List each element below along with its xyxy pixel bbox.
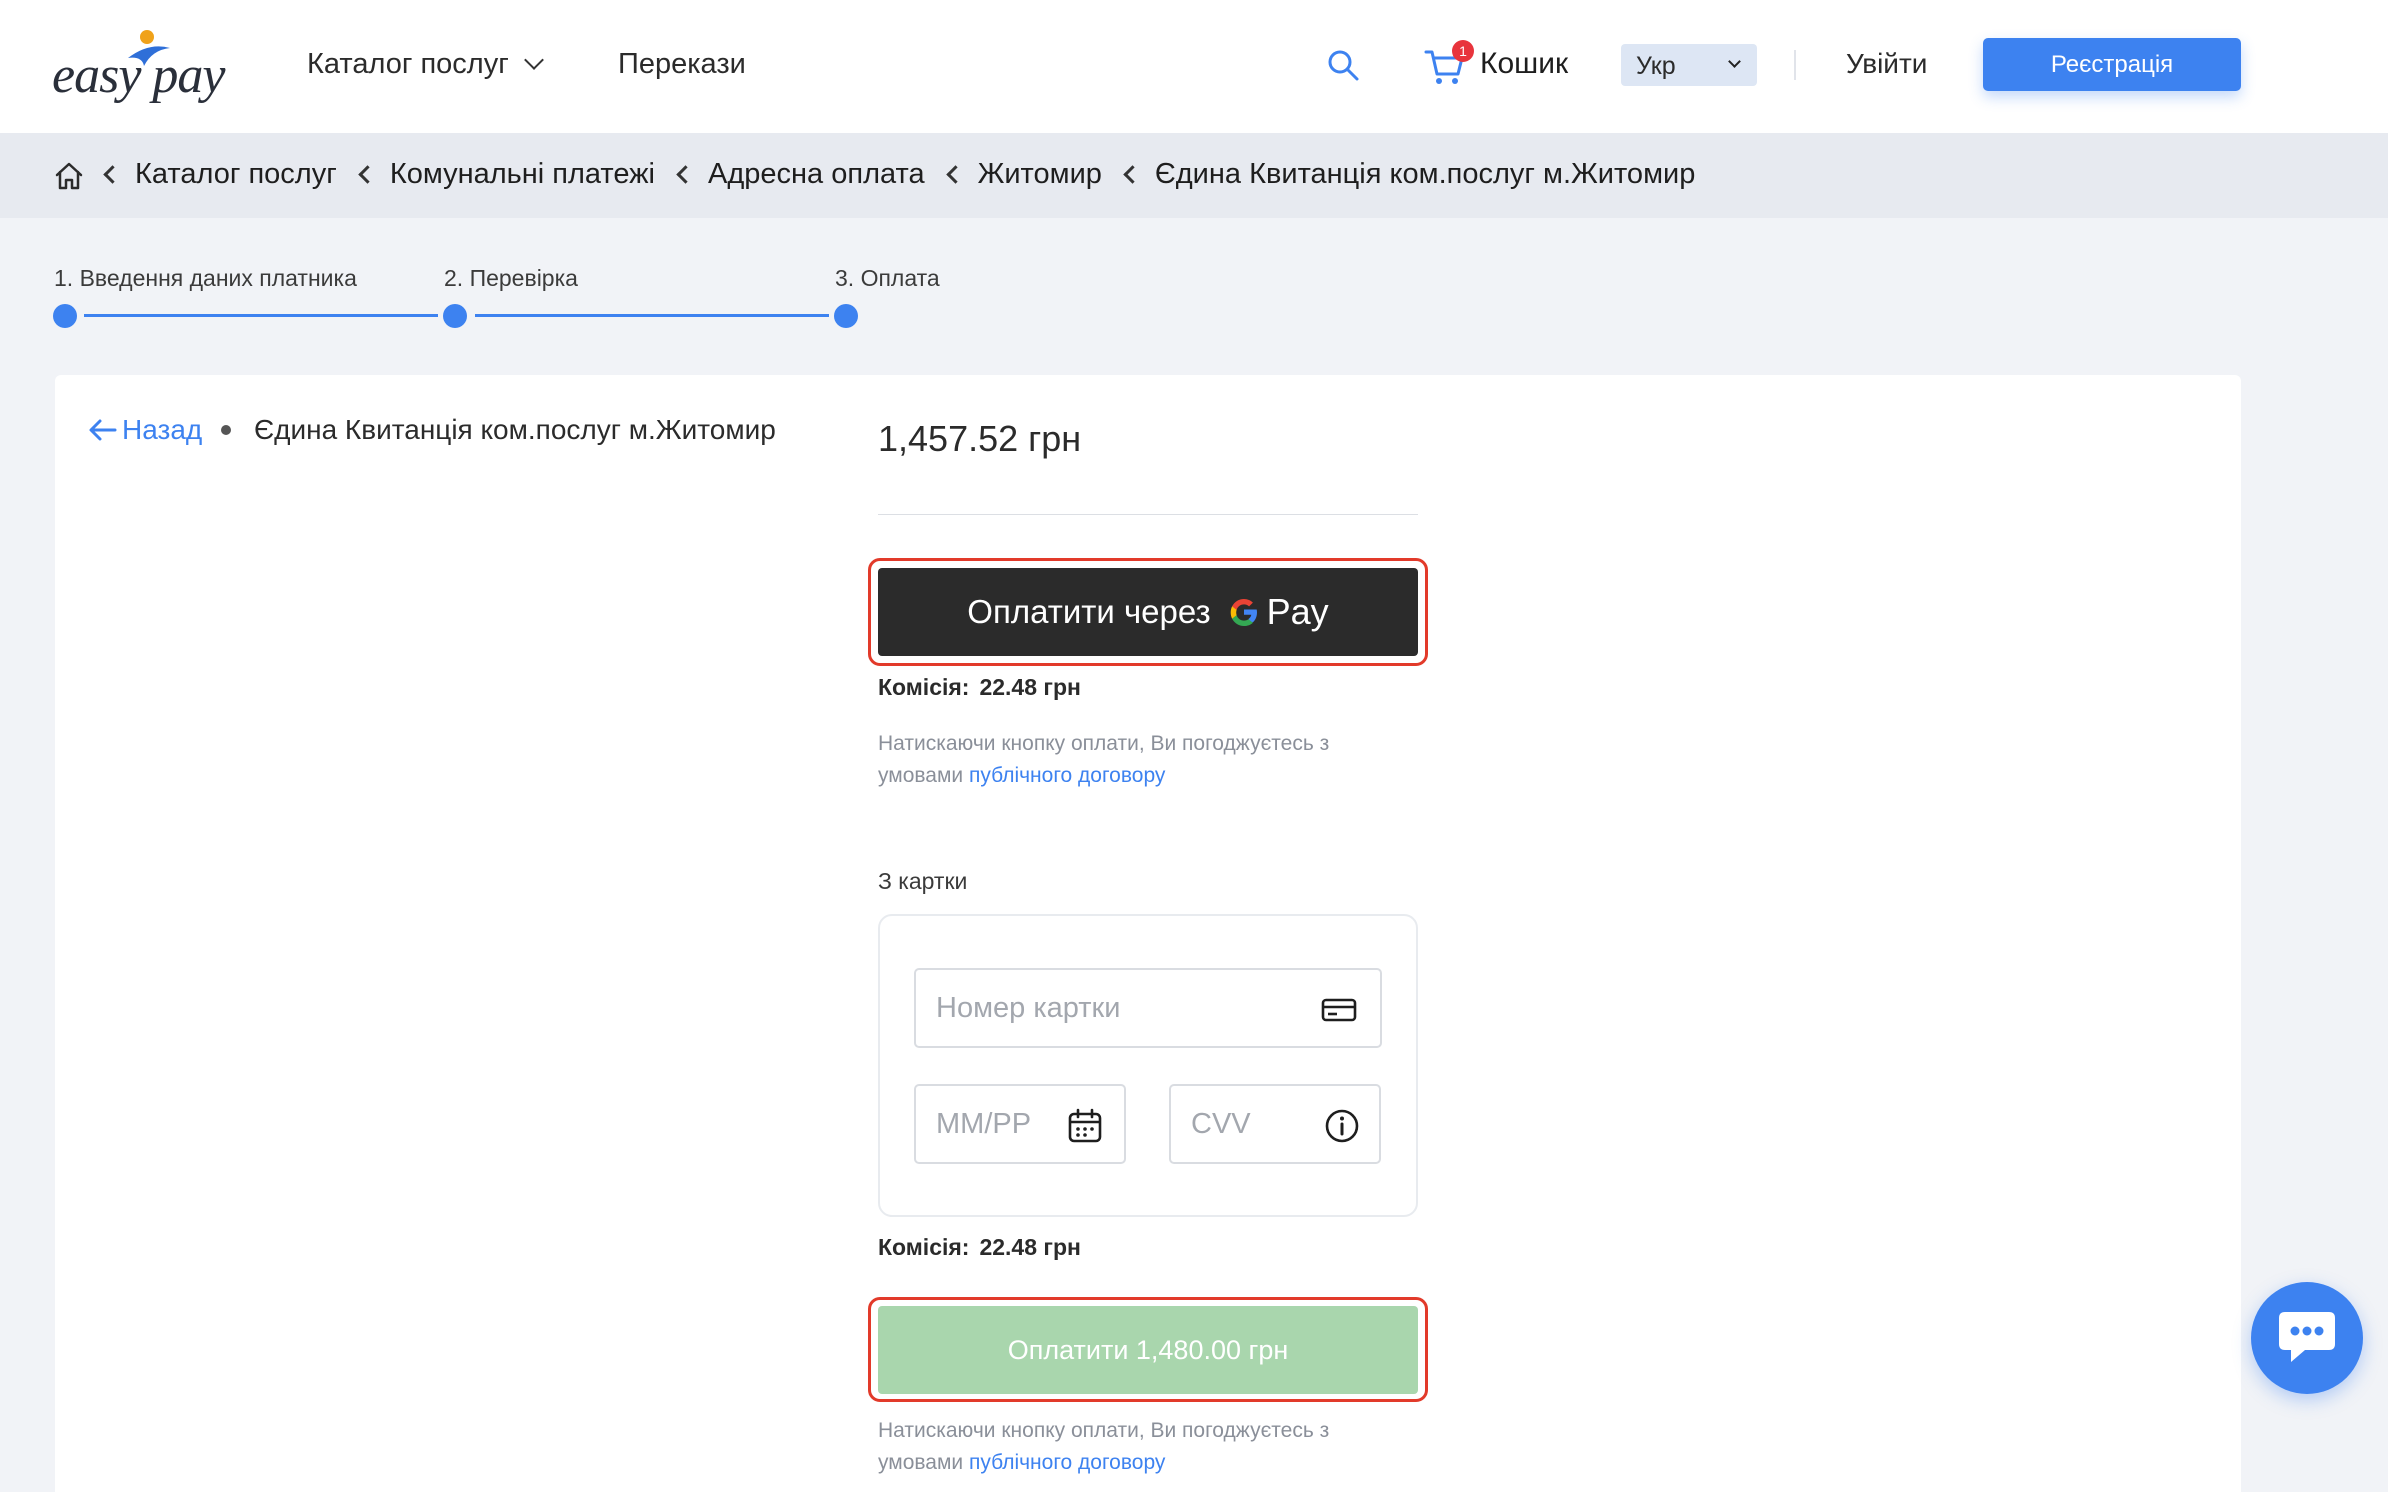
card-number-placeholder: Номер картки — [936, 992, 1121, 1024]
chat-icon — [2279, 1312, 2335, 1362]
fee-card: Комісія: 22.48 грн — [878, 1234, 1081, 1261]
bullet-dot — [221, 425, 231, 435]
fee-label: Комісія: — [878, 1234, 970, 1260]
terms-card: Натискаючи кнопку оплати, Ви погоджуєтес… — [878, 1415, 1398, 1479]
logo[interactable]: easy pay — [52, 28, 237, 106]
cart-count-badge: 1 — [1452, 40, 1474, 62]
cart-button[interactable]: 1 Кошик — [1424, 40, 1584, 88]
cvv-placeholder: CVV — [1191, 1108, 1251, 1140]
breadcrumb-item[interactable]: Каталог послуг — [135, 158, 337, 191]
step-3-label: 3. Оплата — [835, 265, 940, 291]
chevron-down-icon — [523, 50, 544, 70]
header: easy pay Каталог послуг Перекази 1 Кошик… — [0, 0, 2388, 133]
fee-value: 22.48 грн — [979, 1234, 1081, 1260]
cart-label: Кошик — [1480, 47, 1569, 80]
language-value: Укр — [1636, 52, 1676, 80]
breadcrumb-chevron-icon — [103, 165, 122, 184]
info-icon[interactable] — [1323, 1107, 1361, 1145]
card-section-label: З картки — [878, 868, 968, 894]
step-1-label: 1. Введення даних платника — [54, 265, 357, 291]
google-g-icon — [1230, 599, 1257, 626]
back-link[interactable]: Назад — [88, 414, 202, 446]
breadcrumb-chevron-icon — [676, 165, 695, 184]
register-button[interactable]: Реєстрація — [1983, 38, 2241, 91]
payment-amount: 1,457.52 грн — [878, 418, 1082, 459]
breadcrumb-current: Єдина Квитанція ком.послуг м.Житомир — [1154, 158, 1696, 190]
cvv-input[interactable]: CVV — [1169, 1084, 1381, 1164]
breadcrumb-chevron-icon — [358, 165, 377, 184]
fee-value: 22.48 грн — [979, 674, 1081, 700]
logo-dot — [140, 30, 154, 44]
step-line — [475, 314, 829, 317]
divider — [878, 514, 1418, 515]
gpay-pay-word: Pay — [1266, 591, 1329, 632]
calendar-icon — [1068, 1108, 1102, 1143]
breadcrumb-chevron-icon — [1123, 165, 1142, 184]
nav-transfers[interactable]: Перекази — [618, 48, 746, 81]
breadcrumb-chevron-icon — [945, 165, 965, 184]
step-2-dot — [443, 304, 467, 328]
expiry-placeholder: ММ/РР — [936, 1108, 1032, 1140]
gpay-button[interactable]: Оплатити через Pay — [878, 568, 1418, 656]
expiry-input[interactable]: ММ/РР — [914, 1084, 1126, 1164]
back-arrow-icon — [89, 419, 117, 441]
language-select[interactable]: Укр — [1621, 44, 1757, 86]
breadcrumb: Каталог послуг Комунальні платежі Адресн… — [0, 133, 2388, 218]
step-1-dot — [53, 304, 77, 328]
search-icon[interactable] — [1326, 48, 1360, 82]
nav-catalog-label: Каталог послуг — [307, 48, 509, 80]
card-form-box — [878, 914, 1418, 1217]
breadcrumb-item[interactable]: Адресна оплата — [708, 158, 925, 191]
terms-link[interactable]: публічного договору — [969, 1451, 1165, 1474]
step-3-dot — [834, 304, 858, 328]
terms-link[interactable]: публічного договору — [969, 764, 1165, 787]
login-link[interactable]: Увійти — [1846, 48, 1927, 80]
home-icon[interactable] — [54, 161, 84, 191]
breadcrumb-item[interactable]: Житомир — [978, 158, 1102, 191]
logo-figure-icon — [128, 46, 170, 66]
step-line — [84, 314, 438, 317]
service-title: Єдина Квитанція ком.послуг м.Житомир — [254, 414, 776, 445]
nav-catalog[interactable]: Каталог послуг — [307, 48, 544, 81]
pay-button[interactable]: Оплатити 1,480.00 грн — [878, 1306, 1418, 1394]
terms-gpay: Натискаючи кнопку оплати, Ви погоджуєтес… — [878, 728, 1398, 792]
chat-button[interactable] — [2251, 1282, 2363, 1394]
chevron-down-icon — [1728, 55, 1741, 68]
back-label: Назад — [122, 414, 203, 445]
breadcrumb-item[interactable]: Комунальні платежі — [390, 158, 655, 191]
step-2-label: 2. Перевірка — [444, 265, 578, 291]
card-icon — [1321, 998, 1357, 1022]
fee-label: Комісія: — [878, 674, 970, 700]
fee-gpay: Комісія: 22.48 грн — [878, 674, 1081, 701]
card-number-input[interactable]: Номер картки — [914, 968, 1382, 1048]
gpay-label: Оплатити через — [967, 593, 1211, 630]
header-divider — [1794, 50, 1796, 80]
